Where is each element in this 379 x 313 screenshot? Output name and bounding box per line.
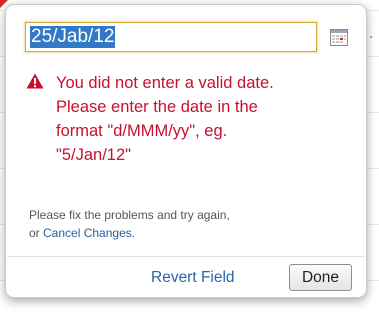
inline-edit-popup: 25/Jab/12 You did not enter a valid date… (5, 4, 372, 298)
error-text: You did not enter a valid date. Please e… (56, 71, 356, 167)
error-line: Please enter the date in the (56, 98, 258, 116)
cancel-changes-link[interactable]: Cancel Changes (43, 226, 132, 240)
help-line: or Cancel Changes. (29, 224, 359, 242)
warning-icon (26, 73, 44, 89)
dropdown-indicator (370, 36, 372, 38)
date-input[interactable]: 25/Jab/12 (25, 22, 317, 52)
date-input-value: 25/Jab/12 (30, 26, 116, 48)
divider (7, 256, 365, 257)
error-line: format "d/MMM/yy", eg. (56, 122, 228, 140)
help-text: Please fix the problems and try again, o… (29, 206, 359, 242)
help-suffix: . (131, 226, 136, 240)
help-prefix: or (29, 226, 44, 240)
help-line: Please fix the problems and try again, (29, 208, 230, 222)
error-line: You did not enter a valid date. (56, 74, 274, 92)
stage: 25/Jab/12 You did not enter a valid date… (0, 0, 379, 313)
error-line: "5/Jan/12" (56, 146, 132, 164)
done-button[interactable]: Done (289, 264, 352, 291)
calendar-icon[interactable] (330, 29, 348, 46)
revert-field-link[interactable]: Revert Field (151, 268, 235, 288)
